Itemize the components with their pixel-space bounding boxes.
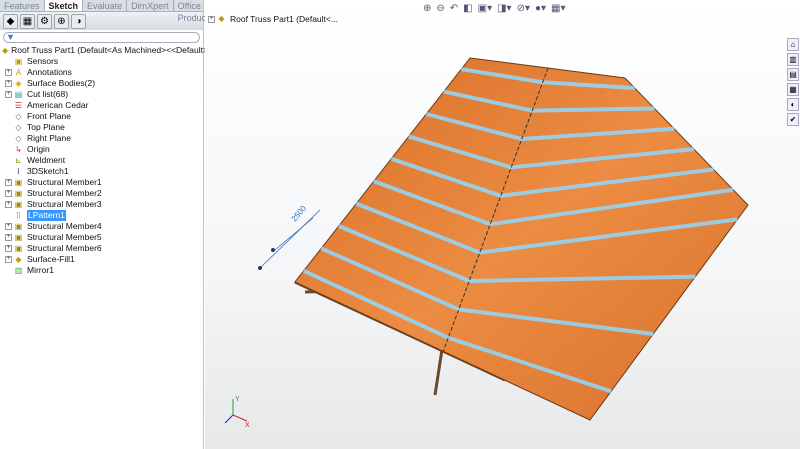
tree-item-label: Structural Member5 [27,232,102,242]
expand-icon[interactable]: + [5,80,12,87]
mirror-icon: ▥ [14,265,23,275]
annotations-icon: A [15,67,22,77]
property-manager-icon[interactable]: ▦ [20,13,35,29]
tree-item[interactable]: ⊾ Weldment [2,155,203,166]
tree-item-label: Surface-Fill1 [27,254,75,264]
svg-text:Y: Y [235,396,240,403]
tree-item-label: Structural Member3 [27,199,102,209]
tree-item-label: Sensors [27,56,59,66]
filter-input[interactable]: ▼ [3,32,200,43]
tab-sketch[interactable]: Sketch [44,0,84,11]
tree-item[interactable]: + ▣ Structural Member2 [2,188,203,199]
tree-item-label: 3DSketch1 [27,166,69,176]
feature-manager-panel: Features Sketch Evaluate DimXpert Office Pro… [0,0,230,449]
manager-tabs: ◆ ▦ ⚙ ⊕ ◑ [0,12,203,30]
tree-item[interactable]: ▣ Sensors [2,56,203,67]
dimension-value[interactable]: 2500 [290,203,309,223]
tree-item[interactable]: + ▣ Structural Member6 [2,243,203,254]
expand-icon[interactable]: + [5,91,12,98]
tree-item-label: Structural Member1 [27,177,102,187]
filter-icon: ▼ [6,32,15,42]
tree-item[interactable]: + ▣ Structural Member3 [2,199,203,210]
tab-evaluate[interactable]: Evaluate [83,0,128,11]
tree-root[interactable]: ◆ Roof Truss Part1 (Default<As Machined><… [2,45,230,56]
part-icon: ◆ [2,45,9,55]
tree-item-label: Right Plane [27,133,71,143]
tree-item[interactable]: + ▣ Structural Member1 [2,177,203,188]
tree-item-label: Surface Bodies(2) [27,78,96,88]
surface-bodies-icon: ◈ [15,78,22,88]
structural-member-icon: ▣ [14,221,23,231]
structural-member-icon: ▣ [14,188,23,198]
plane-icon: ◇ [15,111,22,121]
dimxpert-manager-icon[interactable]: ⊕ [54,13,69,29]
tree-item[interactable]: + ▣ Structural Member4 [2,221,203,232]
expand-icon[interactable]: + [5,234,12,241]
tree-item[interactable]: ⁞⁞ LPattern1 [2,210,203,221]
structural-member-icon: ▣ [14,199,23,209]
tree-item[interactable]: ▥ Mirror1 [2,265,203,276]
surface-fill-icon: ◆ [15,254,22,264]
tree-item[interactable]: + ◆ Surface-Fill1 [2,254,203,265]
plane-icon: ◇ [15,133,22,143]
expand-icon[interactable]: + [5,245,12,252]
structural-member-icon: ▣ [14,232,23,242]
feature-tree: ◆ Roof Truss Part1 (Default<As Machined><… [0,45,230,276]
tree-item[interactable]: ↳ Origin [2,144,203,155]
triad-icon: XY [224,396,250,429]
tab-dimxpert[interactable]: DimXpert [127,0,174,11]
tree-item-label: Structural Member6 [27,243,102,253]
tree-item-label: Structural Member4 [27,221,102,231]
tree-item-label: Front Plane [27,111,71,121]
tree-item-label: Mirror1 [27,265,54,275]
origin-icon: ↳ [15,144,22,154]
structural-member-icon: ▣ [14,243,23,253]
command-manager-tabs: Features Sketch Evaluate DimXpert Office Pro… [0,0,219,23]
graphics-viewport[interactable]: + ◆ Roof Truss Part1 (Default<... ⊕ ⊖ ↶ ◧ ▣▾ ◨▾… [205,0,800,449]
display-manager-icon[interactable]: ◑ [71,13,86,29]
tree-item[interactable]: + ◈ Surface Bodies(2) [2,78,203,89]
structural-member-icon: ▣ [14,177,23,187]
expand-icon[interactable]: + [5,223,12,230]
expand-icon[interactable]: + [5,201,12,208]
tree-item[interactable]: ☰ American Cedar [2,100,203,111]
expand-icon[interactable]: + [5,190,12,197]
sensors-icon: ▣ [14,56,23,66]
tree-item-label: Cut list(68) [27,89,69,99]
cut-list-icon: ▤ [14,89,23,99]
expand-icon[interactable]: + [5,256,12,263]
expand-icon[interactable]: + [5,179,12,186]
dimension-2500: 2500 [258,203,321,270]
roof-surface [294,57,749,421]
roof-truss-model: 2500 XY [224,57,749,429]
tree-item[interactable]: ◇ Top Plane [2,122,203,133]
tree-item-label: Annotations [27,67,72,77]
tree-item[interactable]: ◇ Front Plane [2,111,203,122]
tree-item-label: Origin [27,144,50,154]
tab-features[interactable]: Features [0,0,45,11]
linear-pattern-icon: ⁞⁞ [16,210,21,220]
tree-item[interactable]: ◇ Right Plane [2,133,203,144]
tree-item[interactable]: + ▤ Cut list(68) [2,89,203,100]
tree-item[interactable]: + A Annotations [2,67,203,78]
weldment-icon: ⊾ [15,155,22,165]
tree-item-label: Top Plane [27,122,65,132]
tree-item-label: Structural Member2 [27,188,102,198]
plane-icon: ◇ [15,122,22,132]
tree-item-label: Weldment [27,155,66,165]
svg-text:X: X [245,422,250,429]
expand-icon[interactable]: + [5,69,12,76]
tree-item[interactable]: ⌇ 3DSketch1 [2,166,203,177]
feature-manager-icon[interactable]: ◆ [3,13,18,29]
tree-item-label: American Cedar [27,100,89,110]
configuration-manager-icon[interactable]: ⚙ [37,13,52,29]
material-icon: ☰ [14,100,23,110]
tree-item[interactable]: + ▣ Structural Member5 [2,232,203,243]
tree-item-label: LPattern1 [27,210,66,221]
3dsketch-icon: ⌇ [16,166,21,176]
